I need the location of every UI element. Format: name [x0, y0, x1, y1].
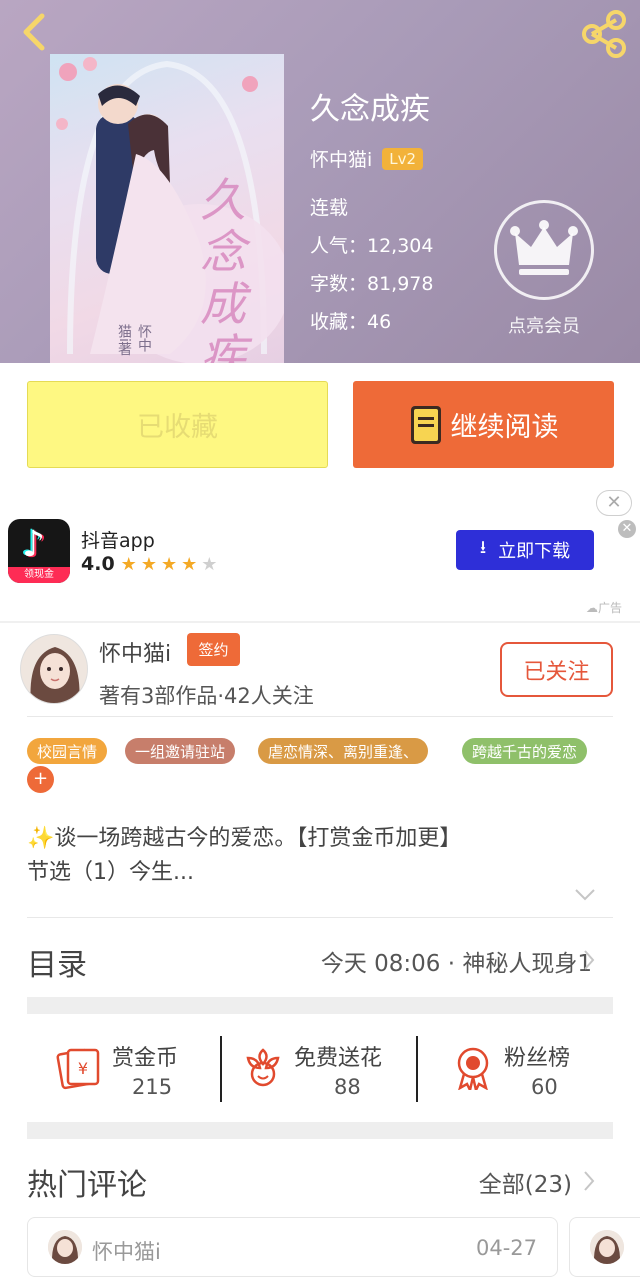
- book-icon: [410, 405, 441, 444]
- music-note-icon: ♪: [22, 524, 45, 565]
- coin-envelope-icon[interactable]: ¥: [56, 1044, 102, 1090]
- book-title: 久念成疾: [310, 92, 430, 127]
- share-icon[interactable]: [578, 8, 630, 60]
- level-badge: Lv2: [382, 147, 424, 170]
- signed-badge: 签约: [187, 633, 240, 666]
- fan-ranking-value: 60: [531, 1075, 558, 1099]
- comment-date: 04-27: [476, 1236, 538, 1260]
- stat-divider: [416, 1036, 418, 1102]
- catalog-title[interactable]: 目录: [27, 940, 87, 984]
- avatar-illustration: [590, 1230, 624, 1264]
- author-line: 怀中猫i Lv2: [310, 145, 424, 172]
- continue-reading-button[interactable]: 继续阅读: [353, 381, 614, 468]
- add-tag-button[interactable]: +: [27, 766, 54, 793]
- sparkle-icon: ✨: [27, 826, 55, 851]
- section-separator: [0, 621, 640, 623]
- cover-author-art: 怀中猫i著: [116, 324, 152, 356]
- chevron-right-icon[interactable]: [583, 1170, 595, 1192]
- divider: [27, 716, 613, 717]
- hot-comments-title: 热门评论: [27, 1168, 147, 1203]
- stat-divider: [220, 1036, 222, 1102]
- cover-title-art: 久念成疾: [200, 173, 246, 363]
- reward-coins-label[interactable]: 赏金币: [112, 1040, 178, 1072]
- book-author[interactable]: 怀中猫i: [310, 145, 372, 172]
- book-cover[interactable]: 久念成疾 怀中猫i著: [50, 54, 284, 363]
- reward-coins-value: 215: [132, 1075, 173, 1099]
- follow-button[interactable]: 已关注: [500, 642, 613, 697]
- download-icon: ⭳: [479, 537, 487, 558]
- back-arrow-icon[interactable]: [14, 10, 58, 54]
- section-separator: [27, 997, 613, 1014]
- vip-button[interactable]: [494, 200, 594, 300]
- collected-label: 已收藏: [137, 412, 218, 443]
- book-header: 久念成疾 怀中猫i著 久念成疾 怀中猫i Lv2 连载 人气：12,304 字数…: [0, 0, 640, 363]
- app-icon-badge: 领现金: [8, 567, 70, 583]
- expand-chevron-down-icon[interactable]: [574, 888, 596, 902]
- star-icon: ★: [181, 553, 198, 575]
- download-label: 立即下载: [498, 541, 571, 562]
- intro-line: 节选（1）今生...: [27, 860, 194, 885]
- download-button[interactable]: ⭳ 立即下载: [456, 530, 594, 570]
- star-icon: ★: [120, 553, 137, 575]
- flower-icon[interactable]: [240, 1044, 286, 1090]
- tiktok-app-icon[interactable]: ♪ 领现金: [8, 519, 70, 583]
- star-icon: ★: [160, 553, 178, 575]
- popularity-count: 人气：12,304: [310, 235, 434, 257]
- tag-chip[interactable]: 跨越千古的爱恋: [462, 738, 588, 764]
- star-empty-icon: ★: [201, 553, 218, 575]
- chevron-right-icon[interactable]: [583, 949, 595, 971]
- all-comments-link[interactable]: 全部(23): [479, 1165, 572, 1199]
- favorite-count: 收藏：46: [310, 311, 392, 333]
- crown-icon: [510, 220, 578, 275]
- star-icon: ★: [140, 553, 157, 575]
- book-intro[interactable]: ✨谈一场跨越古今的爱恋。【打赏金币加更】 节选（1）今生...: [27, 822, 617, 890]
- divider: [27, 917, 613, 918]
- tag-chip[interactable]: 虐恋情深、离别重逢、: [258, 738, 429, 764]
- intro-line: 谈一场跨越古今的爱恋。【打赏金币加更】: [54, 826, 462, 851]
- ad-label: ☁广告: [586, 601, 623, 615]
- free-flowers-value: 88: [334, 1075, 361, 1099]
- latest-chapter[interactable]: 今天 08:06 · 神秘人现身1: [321, 944, 592, 978]
- collected-button[interactable]: 已收藏: [27, 381, 328, 468]
- ad-close-icon[interactable]: ✕: [596, 490, 632, 516]
- comment-avatar[interactable]: [590, 1230, 624, 1264]
- vip-label[interactable]: 点亮会员: [492, 312, 596, 338]
- ad-rating: 4.0 ★ ★ ★ ★ ★: [81, 553, 221, 575]
- author-avatar[interactable]: [20, 634, 88, 704]
- avatar-illustration: [21, 635, 87, 703]
- author-card-name[interactable]: 怀中猫i: [99, 636, 171, 668]
- svg-text:¥: ¥: [78, 1059, 88, 1078]
- medal-icon[interactable]: [450, 1044, 496, 1090]
- serial-status: 连载: [310, 197, 349, 219]
- avatar-illustration: [48, 1230, 82, 1264]
- ad-app-name[interactable]: 抖音app: [81, 526, 155, 553]
- rating-value: 4.0: [81, 553, 115, 575]
- comment-avatar[interactable]: [48, 1230, 82, 1264]
- author-stats: 著有3部作品·42人关注: [99, 684, 314, 708]
- free-flowers-label[interactable]: 免费送花: [294, 1040, 382, 1072]
- tag-chip[interactable]: 一组邀请驻站: [125, 738, 236, 764]
- fan-ranking-label[interactable]: 粉丝榜: [504, 1040, 570, 1072]
- comment-author-name[interactable]: 怀中猫i: [92, 1236, 161, 1266]
- word-count: 字数：81,978: [310, 273, 434, 295]
- ad-dismiss-icon[interactable]: ✕: [618, 520, 636, 538]
- section-separator: [27, 1122, 613, 1139]
- continue-reading-label: 继续阅读: [450, 412, 559, 443]
- tag-chip[interactable]: 校园言情: [27, 738, 108, 764]
